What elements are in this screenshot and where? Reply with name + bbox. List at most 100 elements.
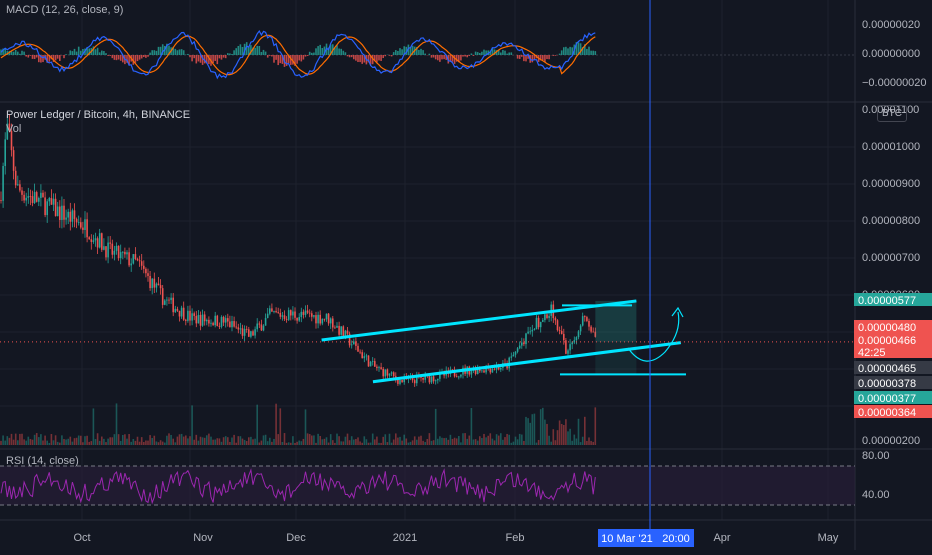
macd-histogram-bar xyxy=(34,55,36,59)
candle-body xyxy=(523,343,525,345)
price-axis-tick: 0.00000700 xyxy=(862,252,920,264)
volume-bar xyxy=(460,442,462,445)
candle-body xyxy=(271,308,273,311)
candle-body xyxy=(584,316,586,317)
candle-body xyxy=(561,331,563,334)
volume-bar xyxy=(0,441,2,445)
candle-body xyxy=(340,326,342,334)
volume-bar xyxy=(450,435,452,445)
volume-bar xyxy=(282,442,284,445)
candle-body xyxy=(208,320,210,324)
candle-body xyxy=(34,192,36,203)
candle-body xyxy=(109,243,111,244)
volume-bar xyxy=(448,440,450,445)
volume-bar xyxy=(233,435,235,445)
candle-body xyxy=(269,308,271,313)
chart-canvas[interactable]: 0.000000200.00000000−0.000000200.0000110… xyxy=(0,0,932,550)
candle-body xyxy=(366,356,368,357)
volume-bar xyxy=(42,441,44,445)
volume-bar xyxy=(114,434,116,445)
volume-bar xyxy=(567,431,569,445)
candle-body xyxy=(160,285,162,288)
volume-bar xyxy=(143,442,145,445)
macd-histogram-bar xyxy=(517,55,519,59)
rsi-label[interactable]: RSI (14, close) xyxy=(6,455,79,467)
volume-label[interactable]: Vol xyxy=(6,123,21,135)
candle-body xyxy=(458,377,460,378)
macd-histogram-bar xyxy=(569,47,571,55)
candle-body xyxy=(19,184,21,190)
volume-bar xyxy=(592,442,594,445)
macd-histogram-bar xyxy=(298,55,300,60)
macd-histogram-bar xyxy=(277,55,279,65)
candle-body xyxy=(353,341,355,344)
candle-body xyxy=(288,310,290,320)
candle-body xyxy=(244,329,246,336)
volume-bar xyxy=(374,439,376,445)
volume-bar xyxy=(307,433,309,445)
candle-body xyxy=(57,207,59,217)
candle-body xyxy=(347,331,349,334)
candle-body xyxy=(267,314,269,318)
macd-histogram-bar xyxy=(464,55,466,56)
macd-histogram-bar xyxy=(147,55,149,57)
macd-histogram-bar xyxy=(219,55,221,58)
macd-label[interactable]: MACD (12, 26, close, 9) xyxy=(6,4,123,16)
macd-histogram-bar xyxy=(196,55,198,63)
candle-body xyxy=(382,369,384,376)
volume-bar xyxy=(473,440,475,445)
volume-bar xyxy=(542,408,544,445)
volume-bar xyxy=(385,434,387,445)
volume-bar xyxy=(427,439,429,445)
macd-histogram-bar xyxy=(74,49,76,55)
candle-body xyxy=(217,316,219,326)
candle-body xyxy=(231,321,233,327)
candle-body xyxy=(265,318,267,326)
volume-bar xyxy=(139,442,141,445)
macd-histogram-bar xyxy=(156,51,158,55)
candle-body xyxy=(540,322,542,327)
volume-bar xyxy=(204,438,206,445)
candle-body xyxy=(40,193,42,198)
candle-body xyxy=(17,184,19,185)
candle-body xyxy=(511,356,513,357)
candle-body xyxy=(538,318,540,327)
volume-bar xyxy=(214,440,216,445)
volume-bar xyxy=(13,440,15,445)
volume-bar xyxy=(588,437,590,445)
volume-bar xyxy=(557,430,559,445)
candle-body xyxy=(139,260,141,261)
candle-body xyxy=(28,196,30,198)
volume-bar xyxy=(454,438,456,445)
macd-histogram-bar xyxy=(359,55,361,62)
price-tag: 0.00000465 xyxy=(858,363,916,375)
macd-histogram-bar xyxy=(181,49,183,55)
candle-body xyxy=(292,312,294,316)
volume-bar xyxy=(408,443,410,445)
currency-badge[interactable]: BTC xyxy=(877,105,907,122)
macd-histogram-bar xyxy=(160,47,162,55)
volume-bar xyxy=(502,440,504,445)
candle-body xyxy=(112,244,114,255)
macd-histogram-bar xyxy=(433,55,435,57)
volume-bar xyxy=(349,440,351,445)
macd-histogram-bar xyxy=(309,52,311,55)
candle-body xyxy=(252,331,254,335)
candle-body xyxy=(586,317,588,321)
volume-bar xyxy=(540,409,542,445)
macd-histogram-bar xyxy=(187,54,189,55)
candle-body xyxy=(135,254,137,259)
macd-histogram-bar xyxy=(418,50,420,55)
volume-bar xyxy=(414,436,416,445)
candle-body xyxy=(389,374,391,376)
volume-bar xyxy=(263,435,265,445)
macd-histogram-bar xyxy=(469,55,471,56)
candle-body xyxy=(133,254,135,263)
candle-body xyxy=(63,206,65,220)
volume-bar xyxy=(280,408,282,445)
price-tag: 0.00000480 xyxy=(858,322,916,334)
trading-chart[interactable]: 0.000000200.00000000−0.000000200.0000110… xyxy=(0,0,932,550)
volume-bar xyxy=(563,425,565,445)
candle-body xyxy=(99,233,101,247)
candle-body xyxy=(319,315,321,324)
